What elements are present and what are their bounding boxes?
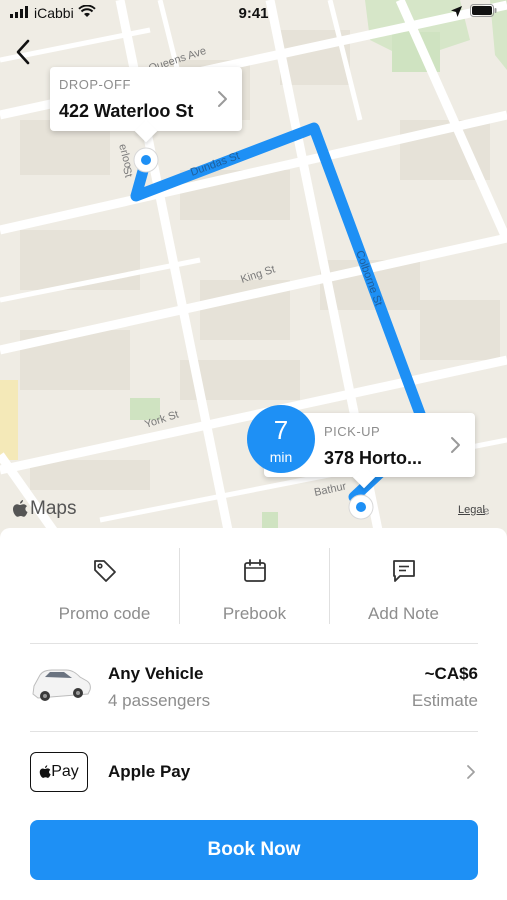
chevron-right-icon: [451, 437, 460, 453]
apple-logo-icon: [13, 500, 28, 517]
clock: 9:41: [238, 5, 269, 22]
vehicle-option[interactable]: Any Vehicle 4 passengers ~CA$6 Estimate: [30, 654, 478, 718]
eta-value: 7: [273, 415, 289, 445]
book-now-button[interactable]: Book Now: [30, 820, 478, 880]
prebook-button[interactable]: Prebook: [180, 548, 329, 624]
map-view[interactable]: Queens Ave Dundas St erloo St King St Co…: [0, 0, 507, 540]
payment-method[interactable]: Pay Apple Pay: [30, 750, 478, 794]
status-right: [451, 4, 497, 20]
divider: [30, 731, 478, 732]
apple-pay-badge: Pay: [30, 752, 88, 792]
booking-sheet: Promo code Prebook Add Note Any Vehicle …: [0, 528, 507, 900]
action-row: Promo code Prebook Add Note: [30, 548, 478, 624]
fare-estimate-label: Estimate: [411, 691, 478, 710]
legal-link[interactable]: Legal: [458, 504, 485, 516]
vehicle-title: Any Vehicle: [108, 664, 204, 683]
apple-logo-icon: [39, 765, 51, 778]
dropoff-label: DROP-OFF: [59, 77, 131, 92]
status-bar: iCabbi 9:41: [0, 0, 507, 28]
battery-icon: [470, 4, 497, 20]
vehicle-passengers: 4 passengers: [108, 691, 211, 710]
maps-label: Maps: [30, 498, 77, 519]
maps-attribution: Maps: [12, 498, 76, 520]
pickup-label: PICK-UP: [324, 424, 381, 439]
pickup-address: 378 Horto...: [324, 448, 423, 468]
promo-code-button[interactable]: Promo code: [30, 548, 179, 624]
add-note-button[interactable]: Add Note: [329, 548, 478, 624]
message-icon: [393, 560, 415, 582]
prebook-label: Prebook: [222, 604, 287, 623]
chevron-left-icon: [16, 39, 30, 65]
back-button[interactable]: [12, 38, 36, 66]
payment-label: Apple Pay: [108, 762, 191, 781]
pay-badge-text: Pay: [51, 763, 79, 780]
chevron-right-icon: [218, 91, 227, 107]
eta-badge: 7 min: [247, 405, 315, 473]
add-note-label: Add Note: [368, 604, 439, 623]
tag-icon: [94, 560, 116, 582]
chevron-right-icon: [467, 765, 475, 779]
fare-price: ~CA$6: [424, 664, 478, 683]
eta-unit: min: [269, 449, 293, 465]
location-arrow-icon: [451, 4, 462, 20]
calendar-icon: [244, 559, 266, 582]
car-icon: [32, 669, 91, 701]
divider: [30, 643, 478, 644]
dropoff-callout[interactable]: DROP-OFF 422 Waterloo St: [50, 67, 242, 143]
promo-code-label: Promo code: [58, 604, 151, 623]
dropoff-address: 422 Waterloo St: [59, 101, 194, 121]
